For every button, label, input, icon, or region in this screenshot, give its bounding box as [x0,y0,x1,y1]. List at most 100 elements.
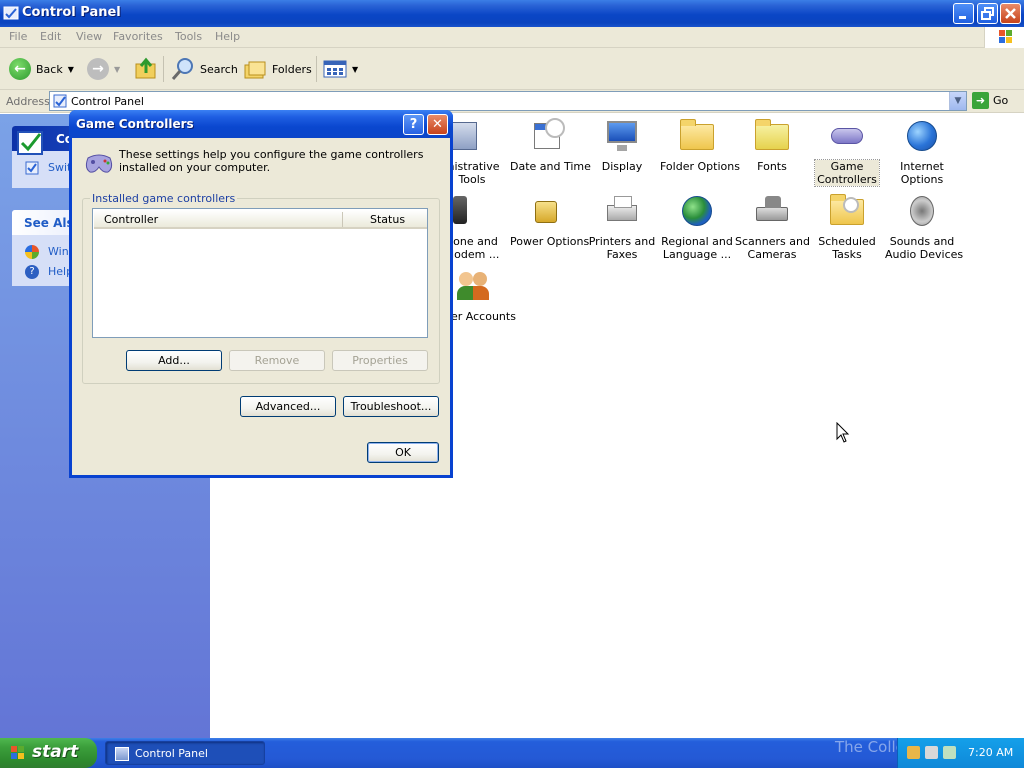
regional-language-item[interactable]: Regional and Language ... [660,193,734,261]
go-label: Go [993,94,1009,107]
menu-tools[interactable]: Tools [175,30,202,43]
forward-arrow-icon: → [87,58,109,80]
toolbar-separator [316,56,317,82]
power-options-icon [529,193,565,229]
speaker-icon [904,193,940,229]
back-arrow-icon: ← [9,58,31,80]
game-controller-icon [85,154,113,173]
scheduled-tasks-item[interactable]: Scheduled Tasks [810,193,884,261]
forward-button[interactable]: → ▼ [87,56,120,82]
toolbar-separator [163,56,164,82]
controllers-list[interactable]: Controller Status [92,208,428,338]
menu-file[interactable]: File [9,30,27,43]
restore-button[interactable] [977,3,998,24]
ok-button[interactable]: OK [367,442,439,463]
mouse-cursor-icon [836,422,850,443]
menu-view[interactable]: View [76,30,102,43]
windows-flag-icon [999,30,1012,43]
add-button[interactable]: Add... [126,350,222,371]
go-arrow-icon: ➜ [972,92,989,109]
properties-button[interactable]: Properties [332,350,428,371]
globe-icon [679,193,715,229]
date-time-item[interactable]: Date and Time [510,118,591,173]
game-controllers-dialog: Game Controllers ? ✕ These settings help… [69,110,453,478]
toolbar: ← Back ▼ → ▼ Search Folders ▼ [0,48,1024,90]
search-label: Search [200,62,238,76]
search-icon [171,58,193,80]
close-icon [1005,8,1016,19]
folders-button[interactable]: Folders [243,56,312,82]
window-title: Control Panel [22,5,121,20]
taskbar-control-panel-button[interactable]: Control Panel [105,741,265,765]
back-dropdown-icon[interactable]: ▼ [68,65,74,74]
sounds-audio-item[interactable]: Sounds and Audio Devices [885,193,963,261]
help-icon: ? [409,117,418,132]
installed-controllers-label: Installed game controllers [90,192,238,205]
views-dropdown-icon: ▼ [352,64,359,74]
dialog-body: These settings help you configure the ga… [72,138,450,475]
back-label: Back [36,62,63,76]
start-button[interactable]: start [0,738,97,768]
remove-button[interactable]: Remove [229,350,325,371]
address-value: Control Panel [71,95,144,108]
search-button[interactable]: Search [171,56,238,82]
views-icon [323,60,347,78]
dialog-titlebar[interactable]: Game Controllers ? ✕ [69,110,453,138]
folders-label: Folders [272,62,312,76]
folder-options-item[interactable]: Folder Options [660,118,740,173]
dialog-title: Game Controllers [76,117,194,131]
tray-security-icon[interactable] [925,746,938,759]
close-button[interactable] [1000,3,1021,24]
taskbar-task-label: Control Panel [135,747,208,760]
window-titlebar[interactable]: Control Panel [0,0,1024,27]
scheduled-tasks-icon [829,193,865,229]
back-button[interactable]: ← Back ▼ [9,56,74,82]
dialog-help-button[interactable]: ? [403,114,424,135]
controllers-list-header: Controller Status [94,210,427,229]
fonts-folder-icon [754,118,790,154]
control-panel-icon [53,94,67,108]
game-controllers-item[interactable]: Game Controllers [810,118,884,187]
windows-flag-icon [11,746,24,759]
tray-network-icon[interactable] [907,746,920,759]
folders-icon [244,61,266,79]
forward-dropdown-icon: ▼ [114,64,121,74]
menu-bar: File Edit View Favorites Tools Help [0,27,1024,48]
close-icon: ✕ [432,117,443,132]
menu-favorites[interactable]: Favorites [113,30,163,43]
column-status[interactable]: Status [370,213,405,226]
fonts-item[interactable]: Fonts [735,118,809,173]
go-button[interactable]: ➜ Go [972,92,1008,109]
tray-volume-icon[interactable] [943,746,956,759]
troubleshoot-button[interactable]: Troubleshoot... [343,396,439,417]
menu-help[interactable]: Help [215,30,240,43]
display-icon [604,118,640,154]
control-panel-icon [3,6,19,20]
scanners-cameras-item[interactable]: Scanners and Cameras [735,193,810,261]
minimize-button[interactable] [953,3,974,24]
minimize-icon [959,16,966,19]
scanner-camera-icon [754,193,790,229]
printers-faxes-item[interactable]: Printers and Faxes [585,193,659,261]
display-item[interactable]: Display [585,118,659,173]
switch-view-icon [25,161,39,175]
address-input[interactable]: Control Panel ▼ [49,91,967,111]
internet-options-icon [904,118,940,154]
help-icon: ? [25,265,39,279]
power-options-item[interactable]: Power Options [510,193,589,248]
address-label: Address [6,95,50,108]
up-folder-button[interactable] [134,56,158,82]
menu-edit[interactable]: Edit [40,30,61,43]
advanced-button[interactable]: Advanced... [240,396,336,417]
column-divider[interactable] [342,212,343,227]
printer-icon [604,193,640,229]
control-panel-icon [17,131,43,155]
column-controller[interactable]: Controller [104,213,158,226]
clock[interactable]: 7:20 AM [968,746,1013,759]
internet-options-item[interactable]: Internet Options [885,118,959,186]
windows-logo [984,27,1024,48]
dialog-close-button[interactable]: ✕ [427,114,448,135]
start-label: start [32,742,79,762]
address-dropdown-button[interactable]: ▼ [949,92,966,110]
views-button[interactable]: ▼ [323,56,358,82]
